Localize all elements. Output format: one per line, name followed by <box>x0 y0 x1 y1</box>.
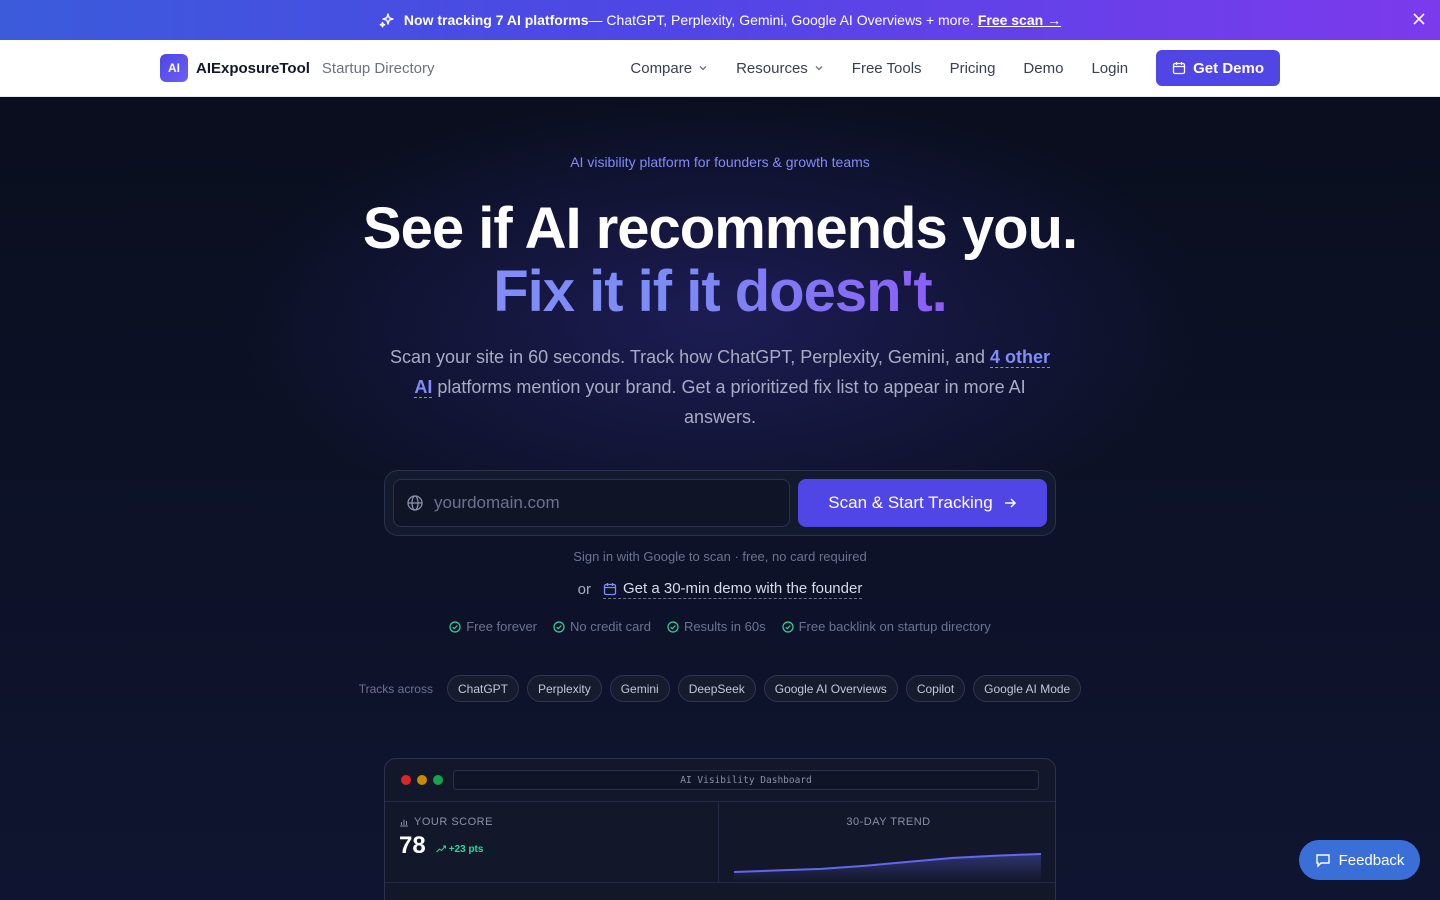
maximize-dot <box>433 775 443 785</box>
nav-resources[interactable]: Resources <box>736 60 824 77</box>
brand-name[interactable]: AIExposureTool <box>196 60 310 77</box>
score-value: 78 <box>399 832 426 859</box>
get-demo-label: Get Demo <box>1193 59 1264 77</box>
score-label: YOUR SCORE <box>414 816 493 828</box>
nav-compare[interactable]: Compare <box>630 60 708 77</box>
announcement-strong: Now tracking 7 AI platforms <box>403 12 589 28</box>
platform-pill-copilot: Copilot <box>905 675 966 702</box>
trend-area <box>734 854 1041 882</box>
calendar-icon <box>1172 62 1186 75</box>
close-icon[interactable] <box>1412 12 1426 26</box>
platform-pill-chatgpt: ChatGPT <box>446 675 519 702</box>
bar-chart-icon <box>400 819 408 827</box>
nav-login[interactable]: Login <box>1091 60 1128 77</box>
hero-headline: See if AI recommends you. <box>362 196 1078 261</box>
dashboard-preview: AI Visibility Dashboard YOUR SCORE 78 +2… <box>384 758 1056 900</box>
domain-field[interactable] <box>393 479 790 527</box>
benefit-label: No credit card <box>570 619 651 634</box>
get-demo-button[interactable]: Get Demo <box>1156 50 1280 86</box>
calendar-icon <box>603 582 617 595</box>
close-dot <box>401 775 411 785</box>
check-circle-icon <box>449 620 461 633</box>
platform-pill-perplexity: Perplexity <box>527 675 602 702</box>
trend-chart <box>733 853 1042 882</box>
globe-icon <box>407 495 423 511</box>
benefit-item: Results in 60s <box>667 619 766 634</box>
benefit-item: No credit card <box>553 619 651 634</box>
free-scan-link[interactable]: Free scan → <box>978 12 1061 28</box>
score-label-row: YOUR SCORE <box>399 816 704 828</box>
scan-start-tracking-button[interactable]: Scan & Start Tracking <box>798 479 1047 527</box>
benefit-label: Free backlink on startup directory <box>798 619 991 634</box>
score-delta: +23 pts <box>435 843 484 855</box>
chevron-down-icon <box>815 66 823 71</box>
benefit-list: Free forever No credit card Results in 6… <box>0 619 1440 634</box>
score-delta-label: +23 pts <box>448 843 484 855</box>
trending-up-icon <box>435 845 446 853</box>
benefit-item: Free backlink on startup directory <box>781 619 991 634</box>
dashboard-title-bar: AI Visibility Dashboard <box>453 770 1039 790</box>
hero-headline-accent-text: Fix it if it doesn't. <box>493 259 948 324</box>
scan-form: Scan & Start Tracking <box>384 470 1056 536</box>
check-circle-icon <box>667 620 679 633</box>
platform-pill-gemini: Gemini <box>609 675 670 702</box>
demo-row: or Get a 30-min demo with the founder <box>0 580 1440 599</box>
hero-section: AI visibility platform for founders & gr… <box>0 97 1440 900</box>
sparkles-icon <box>379 13 394 28</box>
nav-free-tools[interactable]: Free Tools <box>852 60 922 77</box>
nav-links: Compare Resources Free Tools Pricing Dem… <box>630 50 1280 86</box>
logo-badge[interactable]: AI <box>160 54 188 82</box>
or-text: or <box>577 581 592 598</box>
benefit-label: Free forever <box>466 619 538 634</box>
startup-directory-link[interactable]: Startup Directory <box>322 60 435 77</box>
announcement-bar: Now tracking 7 AI platforms — ChatGPT, P… <box>0 0 1440 40</box>
check-circle-icon <box>781 620 794 633</box>
platform-pill-deepseek: DeepSeek <box>677 675 756 702</box>
scan-button-label: Scan & Start Tracking <box>828 493 993 512</box>
signin-note: Sign in with Google to scan · free, no c… <box>573 549 867 564</box>
nav-demo[interactable]: Demo <box>1023 60 1063 77</box>
score-row: 78 +23 pts <box>399 832 704 860</box>
hero-subtitle: Scan your site in 60 seconds. Track how … <box>380 342 1060 432</box>
minimize-dot <box>417 775 427 785</box>
top-nav: AI AIExposureTool Startup Directory Comp… <box>0 40 1440 97</box>
hero-subtitle-end: platforms mention your brand. Get a prio… <box>432 377 1026 427</box>
hero-subtitle-start: Scan your site in 60 seconds. Track how … <box>390 347 990 367</box>
arrow-right-icon <box>1004 498 1016 508</box>
founder-demo-label: Get a 30-min demo with the founder <box>623 580 863 597</box>
platform-pill-google-ai-overviews: Google AI Overviews <box>763 675 898 702</box>
nav-pricing[interactable]: Pricing <box>950 60 996 77</box>
nav-compare-label: Compare <box>630 59 693 77</box>
domain-input[interactable] <box>434 493 754 513</box>
founder-demo-link[interactable]: Get a 30-min demo with the founder <box>603 580 863 599</box>
feedback-label: Feedback <box>1338 851 1405 869</box>
trend-panel: 30-DAY TREND <box>720 802 1055 882</box>
nav-resources-label: Resources <box>736 59 808 77</box>
divider <box>385 882 1055 883</box>
hero-tagline: AI visibility platform for founders & gr… <box>570 154 870 170</box>
check-circle-icon <box>553 620 565 633</box>
chevron-down-icon <box>699 66 707 71</box>
feedback-button[interactable]: Feedback <box>1299 840 1420 880</box>
benefit-item: Free forever <box>449 619 537 634</box>
score-panel: YOUR SCORE 78 +23 pts <box>385 802 719 882</box>
hero-headline-accent: Fix it if it doesn't. <box>0 260 1440 324</box>
window-controls <box>401 775 443 785</box>
tracks-label: Tracks across <box>358 681 433 696</box>
platform-list: Tracks across ChatGPT Perplexity Gemini … <box>0 675 1440 702</box>
platform-pill-google-ai-mode: Google AI Mode <box>973 675 1082 702</box>
message-icon <box>1315 854 1330 868</box>
announcement-text: — ChatGPT, Perplexity, Gemini, Google AI… <box>588 12 974 28</box>
benefit-label: Results in 60s <box>683 619 766 634</box>
